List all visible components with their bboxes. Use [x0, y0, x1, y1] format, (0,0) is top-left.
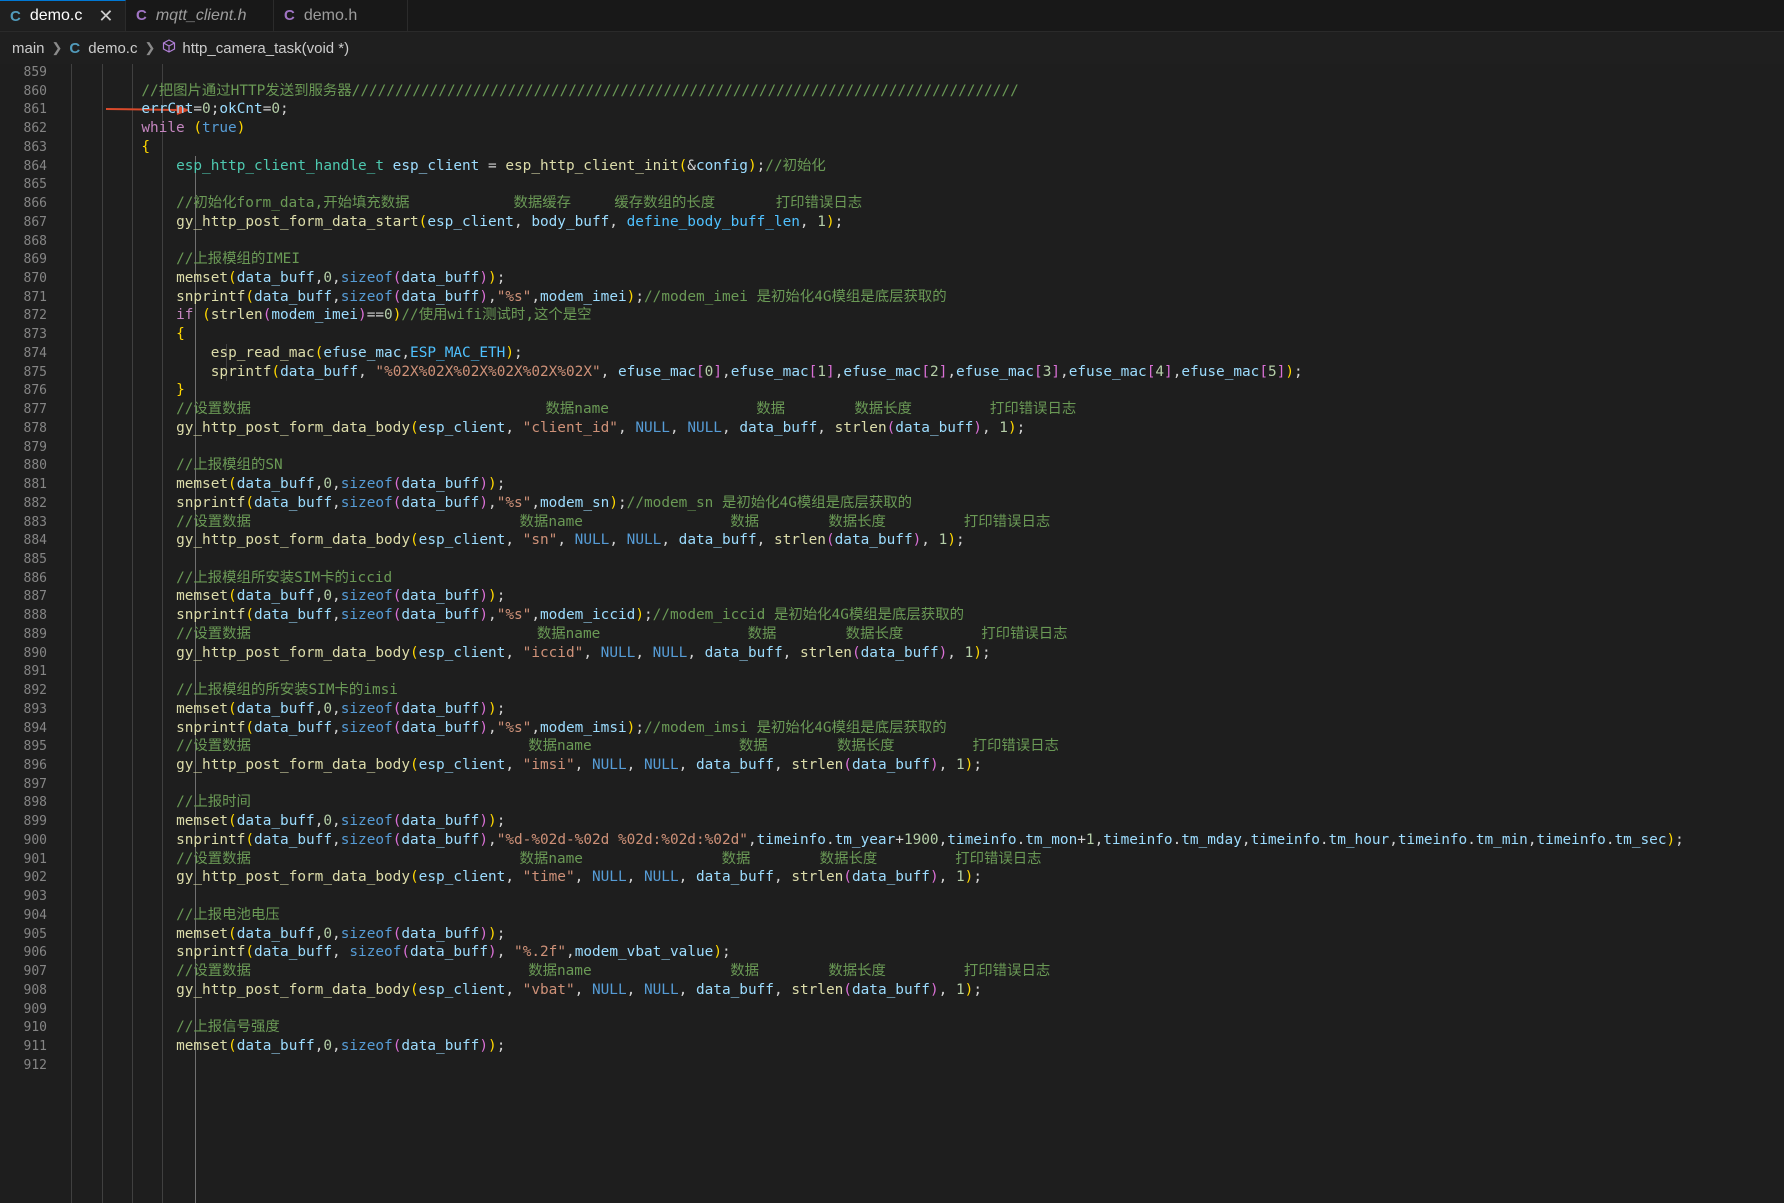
- function-cube-icon: [162, 39, 176, 57]
- code-editor[interactable]: 859 860 //把图片通过HTTP发送到服务器////////////////…: [0, 64, 1784, 1203]
- close-icon[interactable]: ✕: [98, 6, 113, 27]
- breadcrumb-file[interactable]: demo.c: [88, 40, 137, 57]
- tab-demo-c[interactable]: Cdemo.c ✕: [0, 0, 126, 31]
- tab-label: demo.h: [303, 6, 358, 24]
- tab-label: demo.c: [29, 7, 83, 24]
- code-line[interactable]: 912: [0, 1055, 1784, 1076]
- line-number: 912: [23, 1057, 47, 1073]
- c-file-icon: C: [69, 39, 81, 57]
- breadcrumb: main ❯ C demo.c ❯ http_camera_task(void …: [0, 32, 1784, 64]
- tab-demo-h[interactable]: Cdemo.h: [274, 0, 408, 31]
- c-file-icon: C: [136, 7, 147, 24]
- tab-bar: Cdemo.c ✕ Cmqtt_client.h Cdemo.h: [0, 0, 1784, 32]
- tab-label: mqtt_client.h: [155, 6, 247, 24]
- tab-mqtt-client-h[interactable]: Cmqtt_client.h: [126, 0, 274, 31]
- c-file-icon: C: [10, 7, 21, 25]
- chevron-right-icon: ❯: [51, 40, 63, 55]
- chevron-right-icon: ❯: [144, 40, 156, 55]
- c-file-icon: C: [284, 7, 295, 24]
- breadcrumb-symbol[interactable]: http_camera_task(void *): [182, 40, 349, 57]
- breadcrumb-folder[interactable]: main: [12, 40, 45, 57]
